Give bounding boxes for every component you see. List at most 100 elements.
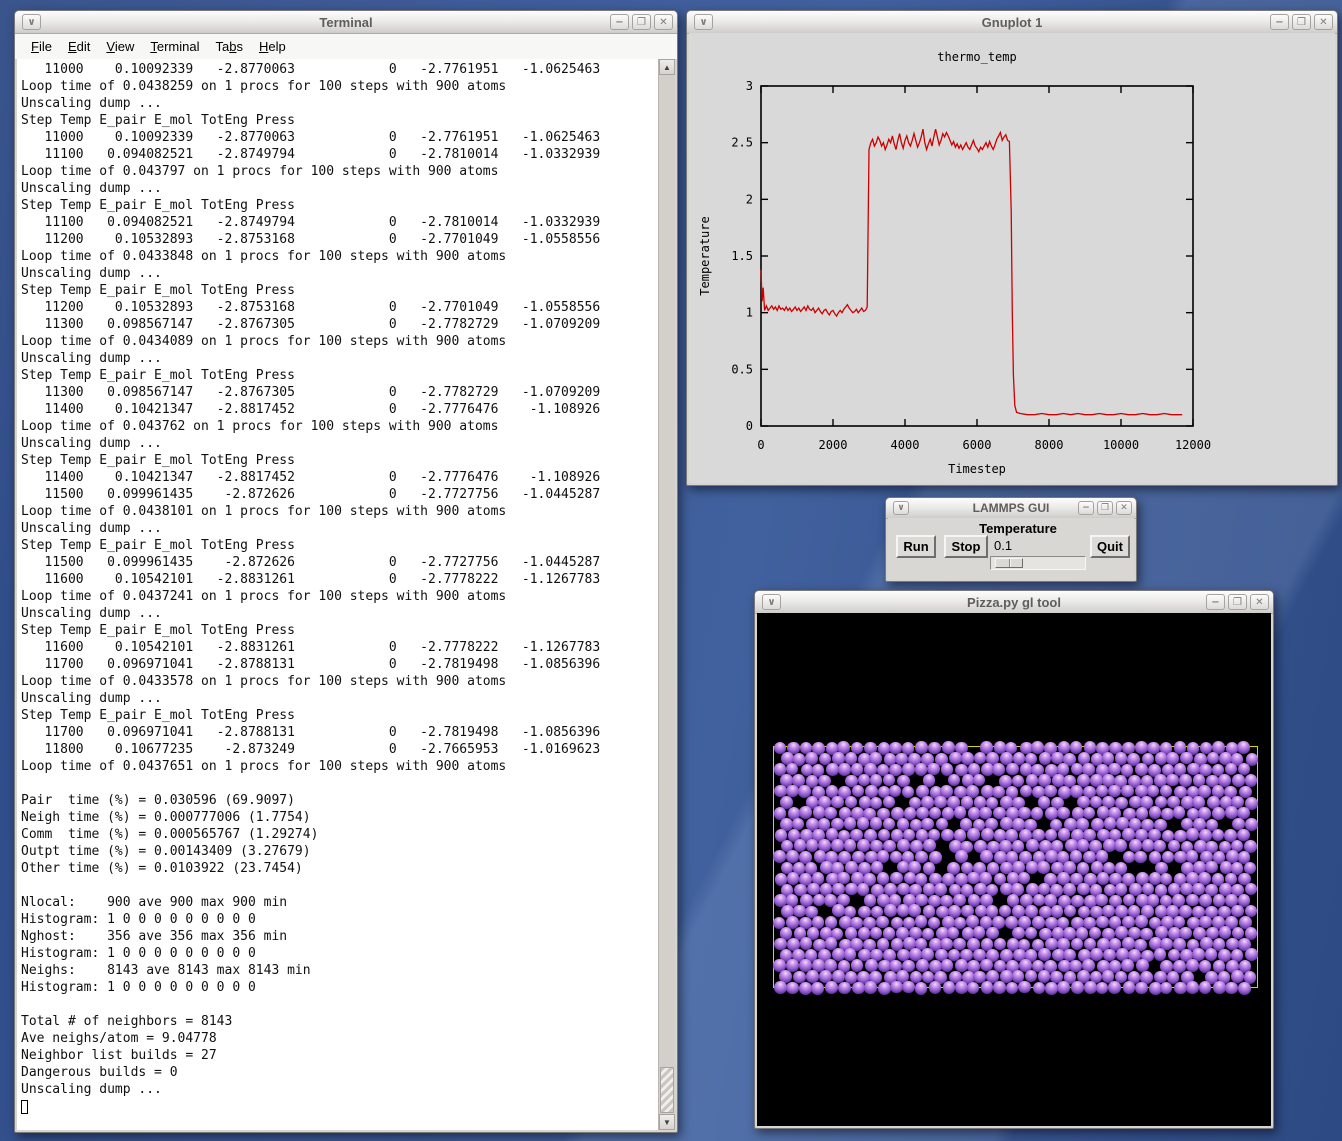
- atom: [954, 806, 967, 819]
- atom: [805, 752, 818, 765]
- atom: [967, 828, 980, 841]
- gnuplot-titlebar[interactable]: ∨ Gnuplot 1 − ❐ ✕: [687, 11, 1337, 34]
- svg-text:0: 0: [757, 438, 764, 452]
- atom: [902, 981, 915, 994]
- atom: [1135, 763, 1148, 776]
- chevron-down-icon: ∨: [897, 503, 904, 513]
- atom: [1129, 839, 1142, 852]
- atom: [793, 905, 806, 918]
- menu-terminal[interactable]: Terminal: [142, 37, 207, 56]
- close-button[interactable]: ✕: [1314, 14, 1333, 30]
- atom: [1237, 741, 1250, 754]
- close-button[interactable]: ✕: [1250, 594, 1269, 610]
- window-menu-button[interactable]: ∨: [762, 594, 781, 610]
- atom: [799, 806, 812, 819]
- atom: [929, 981, 942, 994]
- atom: [1018, 981, 1031, 994]
- scroll-down-button[interactable]: ▼: [659, 1114, 675, 1130]
- atom: [890, 981, 903, 994]
- atom: [941, 959, 954, 972]
- window-controls: − ❐ ✕: [607, 14, 673, 30]
- atom-visualization-canvas[interactable]: [757, 613, 1271, 1126]
- atom: [915, 982, 928, 995]
- atom: [864, 981, 877, 994]
- minimize-button[interactable]: −: [1270, 14, 1289, 30]
- atom: [1051, 905, 1064, 918]
- atom: [884, 904, 897, 917]
- slider-handle[interactable]: [995, 558, 1023, 568]
- scrollbar-thumb[interactable]: [660, 1067, 674, 1113]
- atom: [870, 817, 883, 830]
- svg-text:Timestep: Timestep: [948, 462, 1006, 476]
- gnuplot-window: ∨ Gnuplot 1 − ❐ ✕ 0200040006000800010000…: [686, 10, 1338, 486]
- pizza-titlebar[interactable]: ∨ Pizza.py gl tool − ❐ ✕: [755, 591, 1273, 614]
- minimize-button[interactable]: −: [1078, 501, 1094, 515]
- svg-text:6000: 6000: [963, 438, 992, 452]
- lammps-gui-window: ∨ LAMMPS GUI − ❐ ✕ Run Stop Temperature …: [885, 497, 1137, 582]
- terminal-cursor: [21, 1100, 28, 1114]
- atom: [993, 981, 1006, 994]
- atom: [1077, 883, 1090, 896]
- temperature-label: Temperature: [978, 521, 1058, 536]
- svg-text:12000: 12000: [1175, 438, 1211, 452]
- gnuplot-window-title: Gnuplot 1: [687, 15, 1337, 30]
- atom: [786, 785, 799, 798]
- stop-button[interactable]: Stop: [944, 535, 988, 558]
- terminal-window-title: Terminal: [15, 15, 677, 30]
- temperature-slider[interactable]: [990, 556, 1086, 570]
- menu-view[interactable]: View: [98, 37, 142, 56]
- minimize-button[interactable]: −: [610, 14, 629, 30]
- atom: [955, 850, 968, 863]
- atom: [1186, 959, 1199, 972]
- atom: [915, 741, 928, 754]
- atom: [981, 981, 994, 994]
- atom: [825, 981, 838, 994]
- atom: [916, 959, 929, 972]
- menu-help[interactable]: Help: [251, 37, 294, 56]
- atom: [1039, 752, 1052, 765]
- maximize-button[interactable]: ❐: [1292, 14, 1311, 30]
- maximize-button[interactable]: ❐: [1228, 594, 1247, 610]
- desktop: { "chrome": {"shade": "∨", "minimize": "…: [0, 0, 1342, 1141]
- atom: [1225, 982, 1238, 995]
- atom: [1160, 982, 1173, 995]
- terminal-scrollbar[interactable]: ▲ ▼: [658, 59, 675, 1130]
- svg-text:2000: 2000: [819, 438, 848, 452]
- minimize-icon: −: [1082, 503, 1090, 513]
- maximize-button[interactable]: ❐: [1097, 501, 1113, 515]
- menu-edit[interactable]: Edit: [60, 37, 98, 56]
- atom: [831, 796, 844, 809]
- window-menu-button[interactable]: ∨: [22, 14, 41, 30]
- terminal-output[interactable]: 11000 0.10092339 -2.8770063 0 -2.7761951…: [21, 59, 658, 1130]
- atom: [923, 839, 936, 852]
- maximize-button[interactable]: ❐: [632, 14, 651, 30]
- chevron-down-icon: ∨: [767, 597, 775, 608]
- minimize-button[interactable]: −: [1206, 594, 1225, 610]
- menu-tabs[interactable]: Tabs: [208, 37, 251, 56]
- window-menu-button[interactable]: ∨: [694, 14, 713, 30]
- atom: [1121, 959, 1134, 972]
- atom: [1213, 894, 1226, 907]
- close-button[interactable]: ✕: [1116, 501, 1132, 515]
- atom: [1071, 981, 1084, 994]
- terminal-window: ∨ Terminal − ❐ ✕ FileEditViewTerminalTab…: [14, 10, 678, 1133]
- quit-button[interactable]: Quit: [1090, 535, 1130, 558]
- svg-text:Temperature: Temperature: [698, 216, 712, 295]
- menu-file[interactable]: File: [23, 37, 60, 56]
- atom: [800, 937, 813, 950]
- atom: [1212, 807, 1225, 820]
- terminal-titlebar[interactable]: ∨ Terminal − ❐ ✕: [15, 11, 677, 34]
- chevron-down-icon: ∨: [27, 17, 35, 28]
- temperature-value: 0.1: [994, 538, 1012, 553]
- window-menu-button[interactable]: ∨: [893, 501, 909, 515]
- lammps-gui-body: Run Stop Temperature 0.1 Quit: [888, 518, 1134, 579]
- atom: [1199, 981, 1212, 994]
- run-button[interactable]: Run: [896, 535, 936, 558]
- atom: [1096, 982, 1109, 995]
- scroll-up-button[interactable]: ▲: [659, 59, 675, 75]
- lammps-gui-titlebar[interactable]: ∨ LAMMPS GUI − ❐ ✕: [886, 498, 1136, 519]
- svg-text:1.5: 1.5: [731, 249, 753, 263]
- window-controls: − ❐ ✕: [1075, 501, 1132, 515]
- svg-text:thermo_temp: thermo_temp: [937, 50, 1016, 64]
- close-button[interactable]: ✕: [654, 14, 673, 30]
